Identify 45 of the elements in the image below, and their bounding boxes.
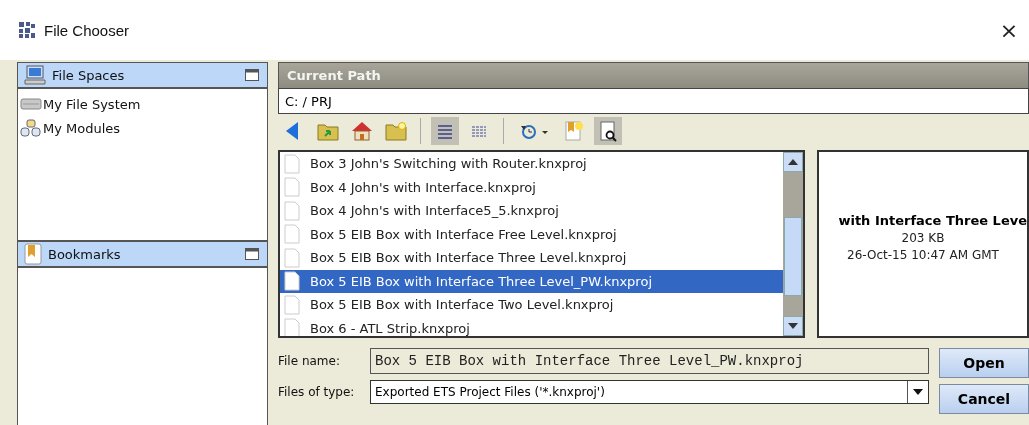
maximize-icon[interactable] bbox=[245, 69, 259, 81]
file-space-item[interactable]: My Modules bbox=[18, 116, 267, 140]
panel-header[interactable]: Bookmarks bbox=[18, 242, 267, 268]
field-label: Files of type: bbox=[278, 385, 356, 399]
bookmark-icon bbox=[24, 243, 42, 265]
preview-file-size: 203 KB bbox=[901, 230, 945, 245]
window-title: File Chooser bbox=[44, 21, 131, 39]
panel-header: Current Path bbox=[278, 62, 1029, 88]
file-row[interactable]: Box 4 John's with Interface.knxproj bbox=[280, 175, 783, 199]
file-row[interactable]: Box 4 John's with Interface5_5.knxproj bbox=[280, 199, 783, 223]
file-row[interactable]: Box 6 - ATL Strip.knxproj bbox=[280, 316, 783, 336]
panel-header[interactable]: File Spaces bbox=[18, 63, 267, 89]
file-icon bbox=[284, 294, 300, 315]
scrollbar[interactable] bbox=[783, 152, 803, 336]
preview-icon[interactable] bbox=[594, 117, 622, 145]
file-row[interactable]: Box 5 EIB Box with Interface Three Level.knxproj bbox=[280, 246, 783, 270]
file-row[interactable]: Box 5 EIB Box with Interface Free Level.knxproj bbox=[280, 222, 783, 246]
file-row[interactable]: Box 3 John's Switching with Router.knxproj bbox=[280, 152, 783, 176]
computer-icon bbox=[24, 65, 46, 85]
file-type-dropdown[interactable]: Exported ETS Project Files ('*.knxproj') bbox=[370, 380, 929, 404]
file-icon bbox=[284, 200, 300, 221]
drive-icon bbox=[20, 97, 42, 111]
app-icon bbox=[18, 21, 36, 39]
file-icon bbox=[284, 177, 300, 198]
file-row[interactable]: Box 5 EIB Box with Interface Two Level.knxproj bbox=[280, 293, 783, 317]
file-name-field[interactable]: Box 5 EIB Box with Interface Three Level_PW.knxproj bbox=[370, 348, 929, 374]
close-button[interactable]: × bbox=[989, 10, 1029, 50]
maximize-icon[interactable] bbox=[245, 248, 259, 260]
file-icon bbox=[284, 224, 300, 245]
path-field[interactable]: C: / PRJ bbox=[278, 88, 1029, 114]
dialog-button[interactable]: Open bbox=[939, 348, 1029, 378]
preview-file-name: with Interface Three Leve bbox=[838, 212, 1027, 228]
caret-icon[interactable] bbox=[913, 389, 923, 395]
preview-file-date: 26-Oct-15 10:47 AM GMT bbox=[847, 247, 999, 262]
file-icon bbox=[284, 247, 300, 268]
up-arrow-icon[interactable] bbox=[788, 159, 798, 165]
modules-icon bbox=[20, 119, 42, 137]
list-view-icon[interactable] bbox=[431, 117, 459, 145]
file-icon bbox=[284, 271, 300, 292]
file-row[interactable]: Box 5 EIB Box with Interface Three Level_PW.knxproj bbox=[280, 269, 783, 293]
down-arrow-icon[interactable] bbox=[788, 323, 798, 329]
file-icon bbox=[284, 153, 300, 174]
file-space-item[interactable]: My File System bbox=[18, 92, 267, 116]
dialog-button[interactable]: Cancel bbox=[939, 384, 1029, 414]
field-label: File name: bbox=[278, 354, 341, 368]
